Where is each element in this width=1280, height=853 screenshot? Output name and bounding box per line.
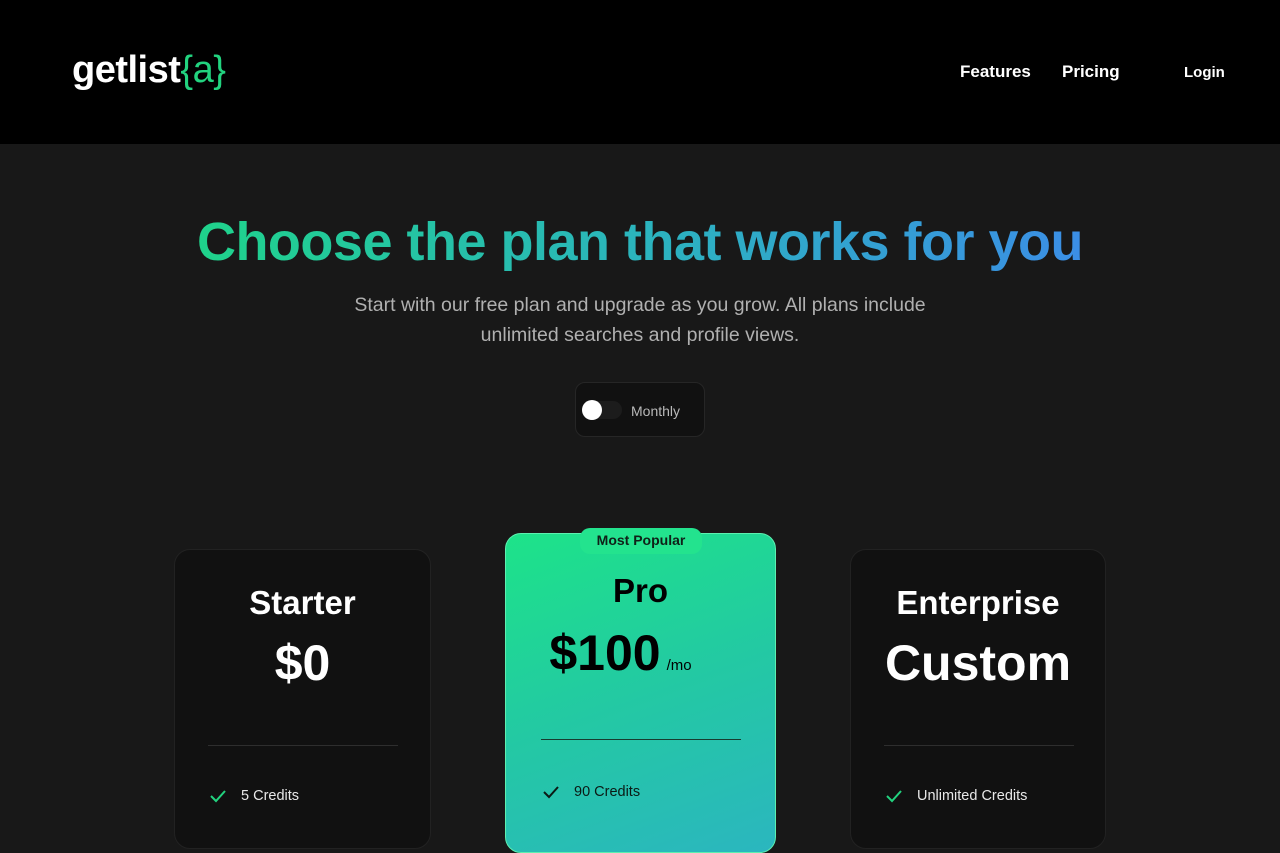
plan-feature: 90 Credits bbox=[542, 784, 640, 800]
check-icon bbox=[543, 786, 559, 799]
check-icon bbox=[210, 790, 226, 803]
logo[interactable]: getlist{a} bbox=[72, 46, 226, 94]
top-header: getlist{a} Features Pricing Login bbox=[0, 0, 1280, 144]
page-title: Choose the plan that works for you bbox=[0, 210, 1280, 274]
plan-card-enterprise[interactable]: Enterprise Custom Unlimited Credits bbox=[850, 549, 1106, 849]
plan-price: $0 bbox=[274, 635, 331, 691]
page-title-text: Choose the plan that works for you bbox=[196, 212, 1084, 272]
page-subtitle: Start with our free plan and upgrade as … bbox=[354, 294, 926, 346]
plan-price: Custom bbox=[884, 635, 1072, 691]
plan-feature: Unlimited Credits bbox=[885, 788, 1027, 804]
divider bbox=[884, 745, 1074, 746]
plan-name: Starter bbox=[249, 584, 356, 621]
plan-price-value: $100 bbox=[549, 625, 661, 681]
feature-text: 5 Credits bbox=[241, 788, 300, 804]
nav-login-link[interactable]: Login bbox=[1184, 63, 1225, 83]
logo-text: getlist bbox=[72, 49, 181, 91]
billing-toggle-label: Monthly bbox=[631, 403, 681, 419]
toggle-knob bbox=[582, 400, 602, 420]
billing-toggle-container: Monthly bbox=[575, 382, 705, 437]
plan-feature: 5 Credits bbox=[209, 788, 299, 804]
plan-price-period: /mo bbox=[666, 657, 692, 674]
plan-name: Pro bbox=[612, 572, 668, 609]
check-icon bbox=[886, 790, 902, 803]
most-popular-badge: Most Popular bbox=[580, 528, 702, 554]
plan-card-starter[interactable]: Starter $0 5 Credits bbox=[174, 549, 431, 849]
nav-pricing-link[interactable]: Pricing bbox=[1062, 62, 1120, 82]
plan-name: Enterprise bbox=[896, 584, 1060, 621]
feature-text: Unlimited Credits bbox=[917, 788, 1028, 804]
feature-text: 90 Credits bbox=[574, 784, 641, 800]
plan-price: $100/mo bbox=[486, 624, 755, 682]
divider bbox=[541, 739, 741, 740]
nav-features-link[interactable]: Features bbox=[960, 62, 1031, 82]
divider bbox=[208, 745, 398, 746]
logo-brace: {a} bbox=[180, 49, 226, 91]
billing-toggle-switch[interactable] bbox=[582, 400, 622, 420]
plan-card-pro[interactable]: Most Popular Pro $100/mo 90 Credits bbox=[505, 528, 776, 853]
